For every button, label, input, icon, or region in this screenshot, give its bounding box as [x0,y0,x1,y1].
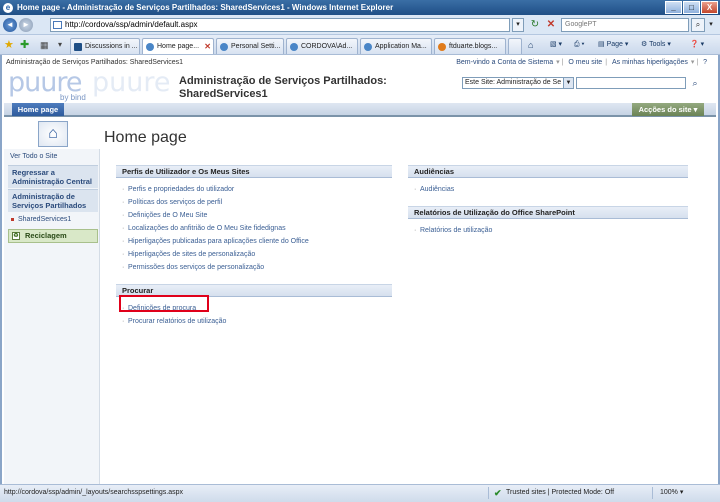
security-zone[interactable]: ✔ Trusted sites | Protected Mode: Off [494,485,614,501]
ssp-admin-link[interactable]: Administração de Serviços Partilhados [8,189,98,212]
minimize-button[interactable]: _ [665,1,682,14]
page-icon-area: ⌂ [4,119,100,149]
tab-ftduarte-blog[interactable]: ftduarte.blogs... [434,38,506,54]
tab-personal-settings[interactable]: Personal Setti... [216,38,284,54]
tab-list-icon[interactable]: ▦ [40,38,49,52]
tab-home-page[interactable]: Home page... ✕ [142,38,214,54]
my-links-menu[interactable]: As minhas hiperligações [609,59,691,66]
new-tab-button[interactable] [508,38,522,54]
tab-favicon-icon [74,43,82,51]
site-actions-button[interactable]: Acções do site ▾ [632,103,704,116]
link-trusted-host-locations[interactable]: Localizações do anfitrião de O Meu Site … [116,222,392,235]
forward-button[interactable]: ► [19,17,33,32]
search-scope-select[interactable]: Este Site: Administração de Se ▼ [462,77,574,89]
page-title: Home page [104,129,187,146]
webpart-title: Perfis de Utilizador e Os Meus Sites [116,165,392,178]
tab-bar: ★ ✚ ▦ ▾ Discussions in ... Home page... … [0,35,720,55]
window-titlebar: e Home page - Administração de Serviços … [0,0,720,15]
home-icon[interactable]: ⌂ [528,39,533,51]
search-icon[interactable]: ⌕ [688,76,702,90]
link-usage-reports[interactable]: Relatórios de utilização [408,224,688,237]
help-icon[interactable]: ? [700,59,710,66]
tab-favicon-icon [146,43,154,51]
webpart-audiences: Audiências Audiências [408,165,688,196]
recycle-bin-link[interactable]: ♻ Reciclagem [8,229,98,243]
link-profile-policies[interactable]: Políticas dos serviços de perfil [116,196,392,209]
address-toolbar: ◄ ► http://cordova/ssp/admin/default.asp… [0,15,720,35]
tab-favicon-icon [290,43,298,51]
global-breadcrumb[interactable]: Administração de Serviços Partilhados: S… [6,59,183,66]
status-url: http://cordova/ssp/admin/_layouts/search… [4,489,183,496]
page-viewport: Administração de Serviços Partilhados: S… [0,55,720,484]
window-title: Home page - Administração de Serviços Pa… [17,3,394,12]
webpart-title: Audiências [408,165,688,178]
print-icon[interactable]: ⎙ ▾ [574,39,585,51]
link-personalization-site-links[interactable]: Hiperligações de sites de personalização [116,248,392,261]
recycle-bin-icon: ♻ [12,232,20,240]
tab-favicon-icon [364,43,372,51]
page-menu[interactable]: ▤ Page ▾ [598,39,628,51]
add-favorite-icon[interactable]: ✚ [20,38,29,52]
maximize-button[interactable]: □ [683,1,700,14]
favorites-star-icon[interactable]: ★ [4,38,14,52]
zoom-level[interactable]: 100% ▾ [660,485,683,501]
site-logo[interactable]: puure puure by bind [8,67,170,103]
browser-search-input[interactable]: GooglePT [561,18,689,32]
tab-list-dropdown[interactable]: ▾ [58,38,62,52]
refresh-icon[interactable]: ↻ [528,18,542,32]
view-all-site-content-link[interactable]: Ver Todo o Site [6,151,98,162]
chevron-down-icon: ▼ [563,78,573,88]
site-search-input[interactable] [576,77,686,89]
address-input[interactable]: http://cordova/ssp/admin/default.aspx [50,18,510,32]
link-personalization-permissions[interactable]: Permissões dos serviços de personalizaçã… [116,261,392,274]
ie-logo-icon: e [3,2,13,13]
home-page-icon: ⌂ [38,121,68,147]
checkmark-icon: ✔ [494,488,502,498]
tab-cordova-admin[interactable]: CORDOVA\Ad... [286,38,358,54]
page-favicon-icon [53,21,62,29]
my-site-link[interactable]: O meu site [565,59,605,66]
tab-discussions[interactable]: Discussions in ... [70,38,140,54]
status-bar: http://cordova/ssp/admin/_layouts/search… [0,484,720,502]
tab-application-management[interactable]: Application Ma... [360,38,432,54]
close-window-button[interactable]: X [701,1,718,14]
welcome-menu[interactable]: Bem-vindo a Conta de Sistema [453,59,556,66]
address-dropdown-button[interactable]: ▾ [512,18,524,32]
site-title: Administração de Serviços Partilhados: S… [179,75,387,100]
tab-home-page-nav[interactable]: Home page [12,103,64,116]
link-published-links[interactable]: Hiperligações publicadas para aplicações… [116,235,392,248]
feeds-icon[interactable]: ▧ ▾ [550,39,562,51]
webpart-usage-reports: Relatórios de Utilização do Office Share… [408,206,688,237]
link-audiences[interactable]: Audiências [408,183,688,196]
help-menu[interactable]: ❓ ▾ [690,39,704,51]
top-navigation: Home page Acções do site ▾ [4,103,716,117]
tools-menu[interactable]: ⚙ Tools ▾ [641,39,671,51]
webpart-title: Relatórios de Utilização do Office Share… [408,206,688,219]
shared-services-link[interactable]: SharedServices1 [8,214,98,225]
link-my-site-settings[interactable]: Definições de O Meu Site [116,209,392,222]
back-to-central-admin-link[interactable]: Regressar a Administração Central [8,165,98,188]
webpart-user-profiles: Perfis de Utilizador e Os Meus Sites Per… [116,165,392,274]
quick-launch: Ver Todo o Site Regressar a Administraçã… [4,149,100,484]
search-settings-highlight [119,295,209,312]
address-url: http://cordova/ssp/admin/default.aspx [65,20,198,29]
link-user-profiles[interactable]: Perfis e propriedades do utilizador [116,183,392,196]
stop-icon[interactable]: ✕ [544,18,558,32]
tab-favicon-icon [438,43,446,51]
search-options-dropdown[interactable]: ▾ [706,18,716,32]
link-search-usage-reports[interactable]: Procurar relatórios de utilização [116,315,392,328]
back-button[interactable]: ◄ [3,17,17,32]
bullet-icon [11,218,14,221]
browser-search-icon[interactable]: ⌕ [691,18,705,32]
tab-favicon-icon [220,43,228,51]
close-tab-icon[interactable]: ✕ [204,39,211,54]
